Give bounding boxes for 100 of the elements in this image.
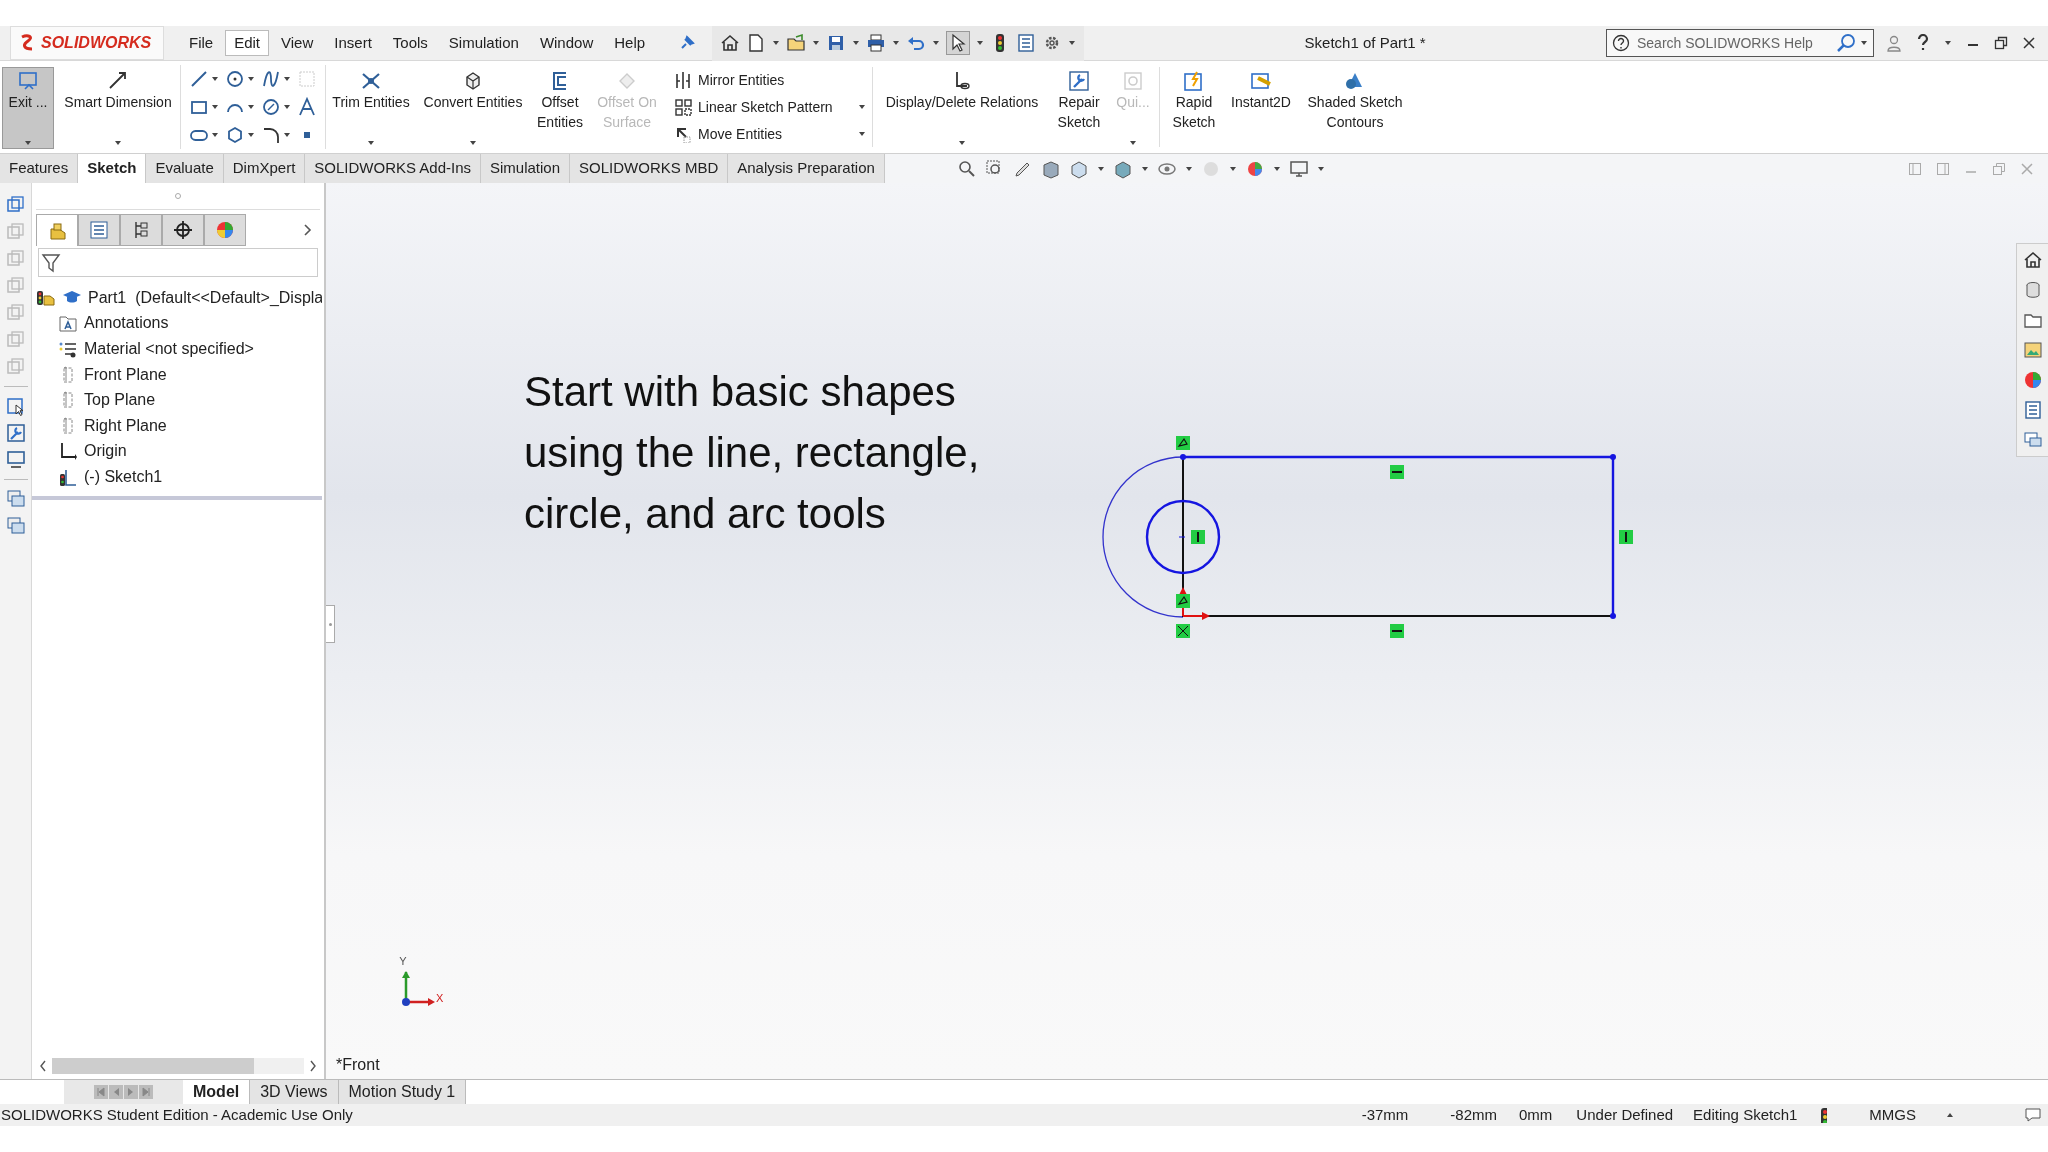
caret-icon[interactable]	[283, 104, 291, 110]
relation-marker-icon[interactable]	[1176, 624, 1190, 638]
ribbon-button[interactable]: Offset Entities	[532, 67, 588, 149]
wrench-icon[interactable]	[5, 423, 26, 443]
caret-icon[interactable]	[976, 40, 985, 46]
caret-icon[interactable]	[211, 132, 219, 138]
model-tab[interactable]: Motion Study 1	[338, 1080, 467, 1104]
select-button[interactable]	[946, 31, 971, 55]
filter-field[interactable]	[38, 248, 318, 277]
ribbon-button[interactable]: Trim Entities	[328, 67, 414, 149]
zoom-icon[interactable]	[956, 158, 977, 179]
ribbon-button[interactable]: Mirror Entities	[674, 69, 866, 91]
monitor-icon[interactable]	[1288, 158, 1309, 179]
fillet-icon[interactable]	[261, 125, 281, 145]
ribbon-button[interactable]: Shaded Sketch Contours	[1300, 67, 1410, 149]
user-icon[interactable]	[1886, 34, 1902, 52]
relation-marker-icon[interactable]	[1390, 465, 1404, 479]
command-tab[interactable]: Simulation	[481, 154, 571, 183]
scrollbar[interactable]	[52, 1058, 304, 1074]
relation-marker-icon[interactable]	[1619, 530, 1633, 544]
panel-tab[interactable]	[162, 214, 204, 246]
sketch-select-icon[interactable]	[5, 396, 26, 416]
section-icon[interactable]	[1040, 158, 1061, 179]
caret-icon[interactable]	[1860, 40, 1868, 46]
command-tab[interactable]: Sketch	[78, 154, 147, 183]
chat-bubble-icon[interactable]	[2024, 1106, 2042, 1124]
caret-icon[interactable]	[1068, 40, 1077, 46]
list-icon[interactable]	[2022, 400, 2043, 420]
caret-icon[interactable]	[247, 76, 255, 82]
layers-icon[interactable]	[5, 516, 26, 536]
tree-item[interactable]: Origin	[32, 438, 322, 465]
question-icon[interactable]	[1916, 34, 1930, 52]
chevron-right-icon[interactable]	[302, 223, 314, 237]
menu-item[interactable]: Help	[605, 30, 655, 56]
menu-item[interactable]: Tools	[383, 30, 437, 56]
menu-item[interactable]: File	[180, 30, 223, 56]
caret-up-icon[interactable]	[1946, 1112, 1954, 1118]
caret-icon[interactable]	[469, 140, 477, 146]
tree-item[interactable]: Top Plane	[32, 387, 322, 413]
caret-icon[interactable]	[211, 76, 219, 82]
restore-icon[interactable]	[1994, 36, 2008, 50]
ribbon-button[interactable]: Display/Delete Relations	[879, 67, 1045, 149]
caret-icon[interactable]	[858, 131, 866, 137]
tree-item[interactable]: Material <not specified>	[32, 336, 322, 362]
ribbon-button[interactable]: Rapid Sketch	[1166, 67, 1222, 149]
home-icon[interactable]	[720, 33, 741, 53]
color-wheel-icon[interactable]	[2022, 370, 2043, 390]
folder-icon[interactable]	[786, 33, 807, 53]
ribbon-button[interactable]: Instant2D	[1226, 67, 1296, 149]
ribbon-button[interactable]: Smart Dimension	[58, 67, 178, 149]
menu-item[interactable]: View	[272, 30, 323, 56]
ribbon-button[interactable]: Linear Sketch Pattern	[674, 96, 866, 118]
tree-item[interactable]: Front Plane	[32, 361, 322, 388]
relation-marker-icon[interactable]	[1176, 436, 1190, 450]
caret-icon[interactable]	[852, 40, 861, 46]
splitter-handle[interactable]	[326, 605, 335, 643]
cube-view-icon[interactable]	[5, 195, 26, 215]
caret-icon[interactable]	[1096, 165, 1105, 172]
caret-icon[interactable]	[283, 76, 291, 82]
caret-icon[interactable]	[932, 40, 941, 46]
units-button[interactable]: MMGS	[1869, 1103, 1916, 1127]
caret-icon[interactable]	[1228, 165, 1237, 172]
scroll-left-icon[interactable]	[38, 1059, 48, 1073]
caret-icon[interactable]	[114, 140, 122, 146]
caret-icon[interactable]	[892, 40, 901, 46]
menu-item[interactable]: Window	[530, 30, 603, 56]
picture-frame-icon[interactable]	[2022, 340, 2043, 360]
home-icon[interactable]	[2022, 250, 2043, 270]
command-tab[interactable]: Evaluate	[146, 154, 224, 183]
command-tab[interactable]: Analysis Preparation	[728, 154, 885, 183]
ribbon-button[interactable]: Convert Entities	[418, 67, 528, 149]
caret-icon[interactable]	[958, 140, 966, 146]
scroll-right-icon[interactable]	[308, 1059, 318, 1073]
caret-icon[interactable]	[1316, 165, 1325, 172]
caret-icon[interactable]	[283, 132, 291, 138]
menu-item[interactable]: Simulation	[439, 30, 528, 56]
caret-icon[interactable]	[858, 104, 866, 110]
caret-icon[interactable]	[1184, 165, 1193, 172]
command-tab[interactable]: SOLIDWORKS Add-Ins	[305, 154, 481, 183]
menu-item[interactable]: Edit	[225, 30, 270, 56]
ribbon-button[interactable]: Repair Sketch	[1049, 67, 1109, 149]
ribbon-button[interactable]: Move Entities	[674, 123, 866, 145]
caret-icon[interactable]	[1140, 165, 1149, 172]
printer-icon[interactable]	[866, 33, 887, 53]
tree-item[interactable]: Annotations	[32, 310, 322, 337]
caret-icon[interactable]	[367, 140, 375, 146]
model-tab[interactable]: 3D Views	[250, 1080, 339, 1104]
search-field[interactable]: Search SOLIDWORKS Help	[1606, 29, 1874, 57]
letter-a-icon[interactable]	[297, 97, 317, 117]
caret-icon[interactable]	[211, 104, 219, 110]
command-tab[interactable]: DimXpert	[223, 154, 306, 183]
ribbon-button[interactable]: Exit ...	[2, 67, 54, 149]
list-icon[interactable]	[1016, 33, 1037, 53]
polygon-icon[interactable]	[225, 125, 245, 145]
relation-marker-icon[interactable]	[1390, 624, 1404, 638]
close-icon[interactable]	[2022, 36, 2036, 50]
relation-marker-icon[interactable]	[1191, 530, 1205, 544]
circle-icon[interactable]	[225, 69, 245, 89]
ellipse-icon[interactable]	[261, 97, 281, 117]
app-logo[interactable]: SOLIDWORKS	[10, 26, 164, 60]
